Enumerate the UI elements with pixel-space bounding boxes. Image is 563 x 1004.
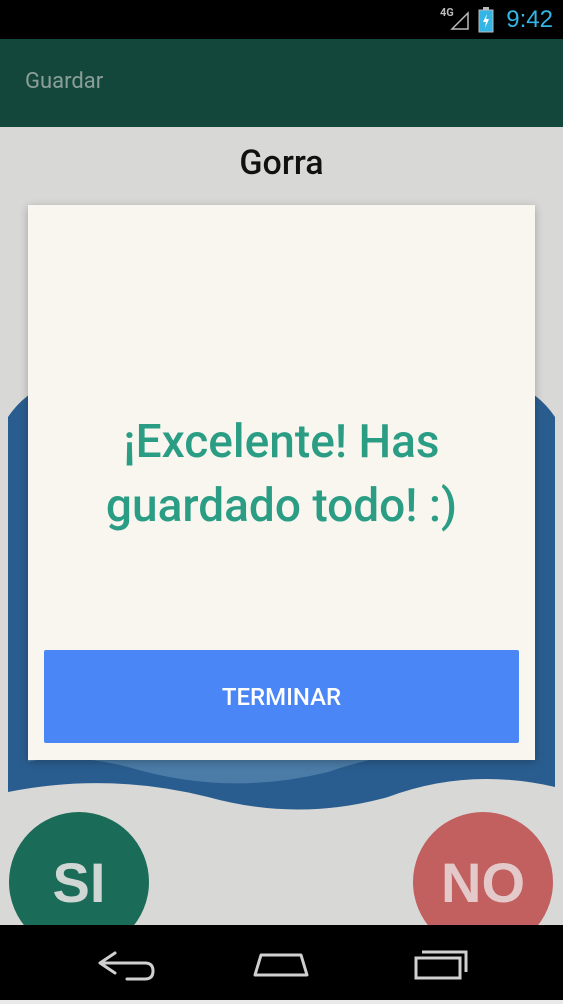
navigation-bar xyxy=(0,925,563,1000)
app-title: Guardar xyxy=(25,69,104,94)
app-bar: Guardar xyxy=(0,39,563,127)
back-icon xyxy=(98,951,155,981)
success-dialog: ¡Excelente! Has guardado todo! :) TERMIN… xyxy=(28,205,535,760)
recent-apps-button[interactable] xyxy=(378,925,498,1000)
home-icon xyxy=(253,953,309,977)
signal-icon xyxy=(450,11,469,30)
home-button[interactable] xyxy=(221,925,341,1000)
back-button[interactable] xyxy=(65,925,185,1000)
status-time: 9:42 xyxy=(506,6,553,33)
status-bar: 4G 9:42 xyxy=(0,0,563,39)
battery-icon xyxy=(478,7,494,33)
finish-button[interactable]: TERMINAR xyxy=(44,650,519,743)
recent-apps-icon xyxy=(414,950,468,980)
dialog-message: ¡Excelente! Has guardado todo! :) xyxy=(105,415,458,533)
